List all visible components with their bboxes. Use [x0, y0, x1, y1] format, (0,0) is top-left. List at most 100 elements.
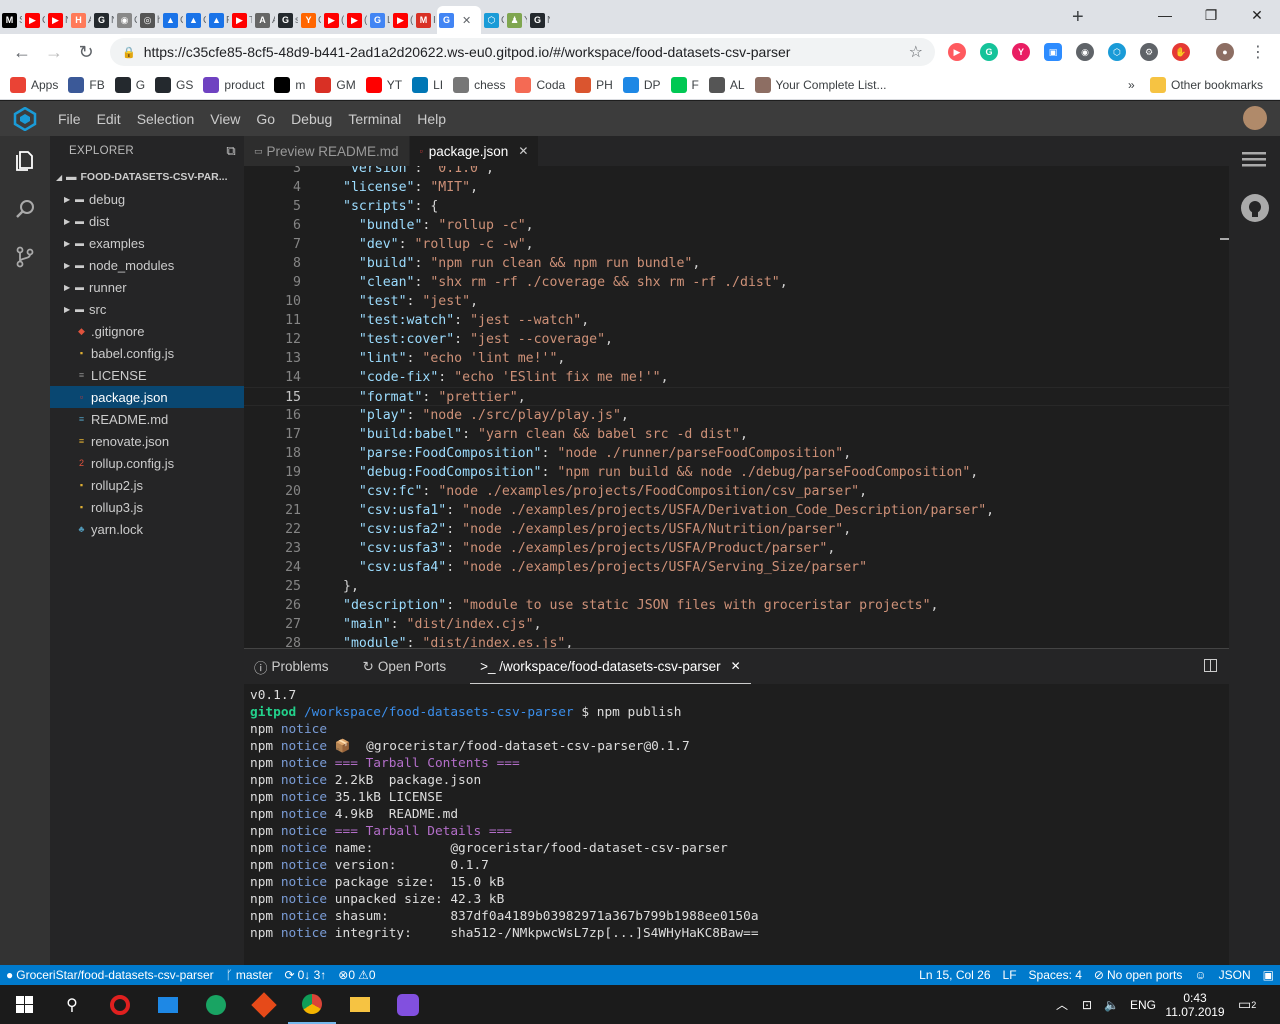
extension-y-icon[interactable]: Y	[1012, 43, 1030, 61]
status-eol[interactable]: LF	[997, 968, 1023, 982]
file-item[interactable]: ▪ rollup2.js	[50, 474, 244, 496]
tab-problems[interactable]: ⓘ Problems	[244, 649, 339, 684]
file-item[interactable]: ♣ yarn.lock	[50, 518, 244, 540]
bookmark-item[interactable]: AL	[708, 76, 745, 93]
terminal-output[interactable]: v0.1.7 gitpod /workspace/food-datasets-c…	[250, 687, 1225, 942]
bookmark-item[interactable]: m	[274, 76, 305, 93]
chrome-icon[interactable]	[288, 985, 336, 1024]
status-language[interactable]: JSON	[1213, 968, 1257, 982]
browser-tab[interactable]: ♟Y	[505, 6, 527, 34]
browser-tab[interactable]: ▶N	[46, 6, 68, 34]
search-icon[interactable]	[12, 196, 38, 222]
zoom-icon[interactable]: ▣	[1044, 43, 1062, 61]
bookmark-item[interactable]: YT	[365, 76, 402, 93]
gitpod-extension-icon[interactable]: ⬡	[1108, 43, 1126, 61]
bookmark-item[interactable]: GS	[155, 76, 193, 93]
browser-tab[interactable]: GL	[368, 6, 390, 34]
menu-debug[interactable]: Debug	[283, 111, 340, 127]
tab-preview-readme[interactable]: ▭ Preview README.md	[244, 136, 410, 166]
split-panel-icon[interactable]	[1204, 659, 1217, 675]
browser-tab[interactable]: MI	[414, 6, 436, 34]
folder-item[interactable]: ▶ ▬ debug	[50, 188, 244, 210]
bookmark-item[interactable]: product	[203, 76, 264, 93]
browser-tab[interactable]: ▶C	[23, 6, 45, 34]
bookmark-item[interactable]: F	[670, 76, 699, 93]
chatgpt-like-icon[interactable]	[192, 985, 240, 1024]
tab-terminal[interactable]: >_ /workspace/food-datasets-csv-parser ✕	[470, 649, 751, 684]
bookmark-item[interactable]: PH	[575, 76, 613, 93]
address-bar[interactable]: 🔒 https://c35cfe85-8cf5-48d9-b441-2ad1a2…	[110, 38, 935, 66]
menu-edit[interactable]: Edit	[89, 111, 129, 127]
new-tab-button[interactable]: +	[1072, 3, 1084, 31]
browser-tab[interactable]: ◎ h	[138, 6, 160, 34]
bookmark-item[interactable]: GM	[315, 76, 356, 93]
file-explorer-icon[interactable]	[336, 985, 384, 1024]
menu-selection[interactable]: Selection	[129, 111, 203, 127]
browser-tab[interactable]: ▲G	[184, 6, 206, 34]
status-ports[interactable]: ⊘ No open ports	[1088, 968, 1188, 982]
file-item[interactable]: ≡ renovate.json	[50, 430, 244, 452]
status-repo[interactable]: ● GroceriStar/food-datasets-csv-parser	[0, 968, 220, 982]
bookmark-star-icon[interactable]: ☆	[909, 42, 923, 62]
status-sync[interactable]: ⟳ 0↓ 3↑	[279, 968, 333, 982]
grammarly-icon[interactable]: G	[980, 43, 998, 61]
folder-item[interactable]: ▶ ▬ runner	[50, 276, 244, 298]
close-window-button[interactable]: ✕	[1234, 0, 1280, 30]
bookmark-item[interactable]: Coda	[515, 76, 565, 93]
menu-file[interactable]: File	[50, 111, 89, 127]
status-spaces[interactable]: Spaces: 4	[1023, 968, 1088, 982]
outline-list-icon[interactable]	[1242, 150, 1266, 173]
file-item[interactable]: 2 rollup.config.js	[50, 452, 244, 474]
browser-tab[interactable]: Gs	[276, 6, 298, 34]
clock[interactable]: 0:43 11.07.2019	[1165, 985, 1224, 1024]
profile-avatar[interactable]: ●	[1216, 43, 1234, 61]
bookmark-item[interactable]: Your Complete List...	[754, 76, 887, 93]
menu-view[interactable]: View	[202, 111, 248, 127]
browser-tab[interactable]: ▶(	[345, 6, 367, 34]
browser-tab[interactable]: AA	[253, 6, 275, 34]
user-avatar[interactable]	[1243, 106, 1267, 130]
forward-button[interactable]: →	[38, 36, 70, 68]
tab-open-ports[interactable]: ↻ Open Ports	[353, 649, 457, 684]
tab-package-json[interactable]: ▫ package.json ✕	[409, 136, 540, 166]
bookmarks-overflow-button[interactable]: »	[1128, 78, 1135, 92]
browser-tab[interactable]: G ✕	[437, 6, 481, 34]
status-branch[interactable]: ᚴ master	[220, 968, 279, 982]
bookmark-item[interactable]: LI	[412, 76, 443, 93]
language-indicator[interactable]: ENG	[1130, 985, 1156, 1024]
bookmark-item[interactable]: Apps	[10, 76, 58, 93]
browser-tab[interactable]: GN	[528, 6, 550, 34]
opera-icon[interactable]	[96, 985, 144, 1024]
extension-arrow-icon[interactable]: ▶	[948, 43, 966, 61]
volume-icon[interactable]: 🔈	[1104, 985, 1119, 1024]
browser-tab[interactable]: ⬡C	[482, 6, 504, 34]
status-position[interactable]: Ln 15, Col 26	[913, 968, 996, 982]
browser-tab[interactable]: ▶T	[230, 6, 252, 34]
menu-terminal[interactable]: Terminal	[340, 111, 409, 127]
windows-start-icon[interactable]	[0, 985, 48, 1024]
extension-badge-icon[interactable]: ⚙	[1140, 43, 1158, 61]
close-tab-icon[interactable]: ✕	[518, 144, 528, 158]
browser-tab[interactable]: ◉G	[115, 6, 137, 34]
menu-help[interactable]: Help	[409, 111, 454, 127]
back-button[interactable]: ←	[6, 36, 38, 68]
collapse-all-icon[interactable]: ⧉	[226, 143, 236, 159]
bookmark-item[interactable]: DP	[622, 76, 661, 93]
close-tab-icon[interactable]: ✕	[462, 14, 471, 27]
status-bell[interactable]: ▣	[1257, 968, 1280, 982]
file-item[interactable]: ≡ LICENSE	[50, 364, 244, 386]
explorer-files-icon[interactable]	[12, 148, 38, 174]
root-folder[interactable]: ◢ ▬ FOOD-DATASETS-CSV-PAR...	[50, 166, 244, 188]
adblock-icon[interactable]: ✋	[1172, 43, 1190, 61]
notifications-icon[interactable]: ▭ 2	[1238, 985, 1256, 1024]
browser-tab[interactable]: MS	[0, 6, 22, 34]
browser-tab[interactable]: ▲G	[161, 6, 183, 34]
minimize-button[interactable]: —	[1142, 0, 1188, 30]
browser-tab[interactable]: ▶(	[391, 6, 413, 34]
other-bookmarks[interactable]: Other bookmarks	[1150, 76, 1263, 93]
code-editor[interactable]: 3 "version": "0.1.0", 4 "license": "MIT", 5 "…	[244, 166, 1229, 648]
scrollbar-marker[interactable]	[1220, 238, 1229, 240]
chrome-menu-icon[interactable]: ⋮	[1250, 42, 1266, 62]
extension-circle-icon[interactable]: ◉	[1076, 43, 1094, 61]
folder-item[interactable]: ▶ ▬ examples	[50, 232, 244, 254]
